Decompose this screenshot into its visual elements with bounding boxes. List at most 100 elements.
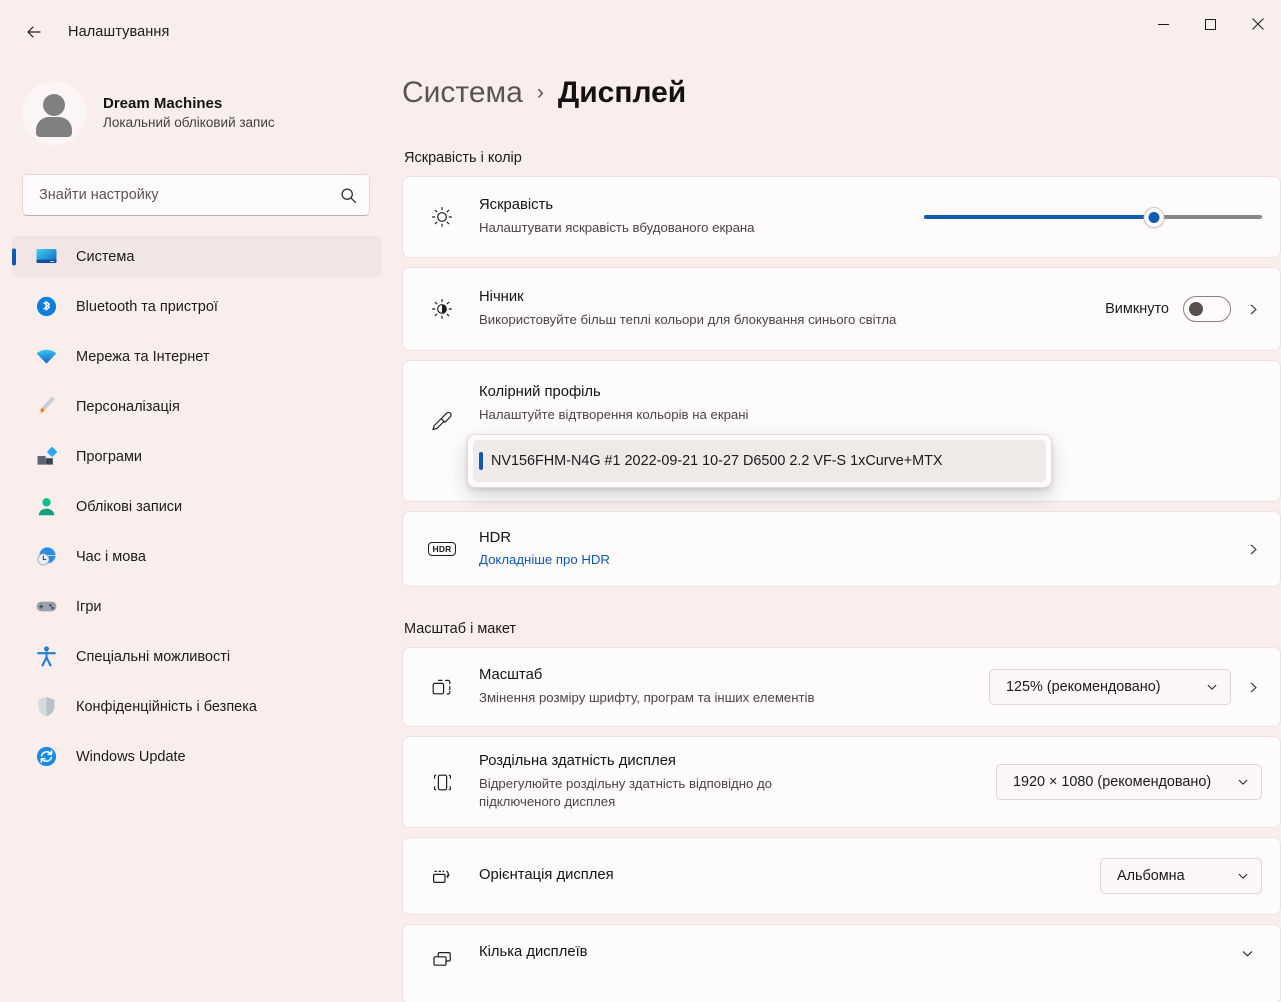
night-light-icon [425, 296, 459, 322]
sidebar-item-accounts[interactable]: Облікові записи [12, 486, 382, 527]
brightness-sun-icon [425, 204, 459, 230]
accessibility-icon [34, 645, 58, 669]
color-profile-subtitle: Налаштуйте відтворення кольорів на екран… [479, 406, 1262, 424]
minimize-button[interactable] [1140, 0, 1187, 48]
sidebar-item-gaming[interactable]: Ігри [12, 586, 382, 627]
sidebar-item-label: Час і мова [76, 549, 146, 565]
night-light-subtitle: Використовуйте більш теплі кольори для б… [479, 311, 1091, 329]
orientation-title: Орієнтація дисплея [479, 866, 1086, 886]
search-input[interactable] [39, 187, 340, 203]
settings-window: Налаштування Dream Machines Локальний [0, 0, 1281, 1002]
section-title-brightness-color: Яскравість і колір [404, 150, 1281, 166]
breadcrumb-separator-icon: › [537, 81, 544, 105]
monitor-icon [34, 245, 58, 269]
chevron-down-icon [1237, 870, 1249, 882]
title-bar: Налаштування [0, 0, 1281, 64]
sidebar-item-label: Ігри [76, 599, 101, 615]
user-profile[interactable]: Dream Machines Локальний обліковий запис [0, 64, 392, 152]
section-title-scale-layout: Масштаб і макет [404, 621, 1281, 637]
night-light-card[interactable]: Нічник Використовуйте більш теплі кольор… [402, 267, 1281, 351]
color-profile-title: Колірний профіль [479, 383, 1262, 403]
multiple-displays-title: Кілька дисплеїв [479, 943, 1227, 963]
profile-name: Dream Machines [103, 94, 275, 113]
app-title: Налаштування [68, 24, 169, 40]
brightness-card: Яскравість Налаштувати яскравість вбудов… [402, 176, 1281, 258]
sidebar-item-label: Персоналізація [76, 399, 180, 415]
brightness-subtitle: Налаштувати яскравість вбудованого екран… [479, 219, 910, 237]
resolution-dropdown[interactable]: 1920 × 1080 (рекомендовано) [996, 764, 1262, 800]
sidebar-item-label: Мережа та Інтернет [76, 349, 210, 365]
scale-card[interactable]: Масштаб Змінення розміру шрифту, програм… [402, 647, 1281, 727]
sidebar-item-label: Система [76, 249, 134, 265]
sidebar-item-label: Програми [76, 449, 142, 465]
scale-subtitle: Змінення розміру шрифту, програм та інши… [479, 689, 975, 707]
hdr-title: HDR [479, 529, 1231, 549]
avatar [22, 81, 86, 145]
window-controls [1140, 0, 1281, 64]
night-light-title: Нічник [479, 288, 1091, 308]
resolution-card: Роздільна здатність дисплея Відрегулюйте… [402, 736, 1281, 828]
orientation-dropdown[interactable]: Альбомна [1100, 858, 1262, 894]
hdr-learn-more-link[interactable]: Докладніше про HDR [479, 552, 610, 567]
sidebar-item-label: Bluetooth та пристрої [76, 299, 218, 315]
sidebar-item-apps[interactable]: Програми [12, 436, 382, 477]
sidebar-item-label: Конфіденційність і безпека [76, 699, 257, 715]
sidebar-item-system[interactable]: Система [12, 236, 382, 277]
sidebar-item-personalization[interactable]: Персоналізація [12, 386, 382, 427]
paintbrush-icon [34, 395, 58, 419]
close-button[interactable] [1234, 0, 1281, 48]
sidebar-item-label: Спеціальні можливості [76, 649, 230, 665]
orientation-card: Орієнтація дисплея Альбомна [402, 837, 1281, 915]
sidebar-item-bluetooth[interactable]: Bluetooth та пристрої [12, 286, 382, 327]
sidebar-item-privacy-security[interactable]: Конфіденційність і безпека [12, 686, 382, 727]
sidebar: Dream Machines Локальний обліковий запис [0, 64, 392, 1002]
sidebar-item-label: Облікові записи [76, 499, 182, 515]
clock-globe-icon [34, 545, 58, 569]
sidebar-item-network[interactable]: Мережа та Інтернет [12, 336, 382, 377]
brightness-title: Яскравість [479, 196, 910, 216]
window-body: Dream Machines Локальний обліковий запис [0, 64, 1281, 1002]
eyedropper-icon [425, 409, 459, 435]
main-content: Система › Дисплей Яскравість і колір Яск… [392, 64, 1281, 1002]
color-profile-option-label: NV156FHM-N4G #1 2022-09-21 10-27 D6500 2… [491, 453, 943, 469]
chevron-right-icon[interactable] [1245, 543, 1262, 556]
hdr-badge-icon: HDR [425, 542, 459, 557]
search-icon [340, 187, 357, 204]
sidebar-item-windows-update[interactable]: Windows Update [12, 736, 382, 777]
color-profile-option[interactable]: NV156FHM-N4G #1 2022-09-21 10-27 D6500 2… [473, 440, 1046, 482]
shield-icon [34, 695, 58, 719]
sidebar-nav: Система Bluetooth та пристрої [0, 236, 392, 777]
resolution-subtitle-line2: підключеного дисплея [479, 793, 982, 811]
scale-icon [425, 675, 459, 700]
wifi-icon [34, 345, 58, 369]
back-button[interactable] [14, 15, 54, 49]
breadcrumb: Система › Дисплей [402, 64, 1281, 126]
search-box[interactable] [22, 174, 370, 216]
night-light-toggle[interactable] [1183, 296, 1231, 322]
breadcrumb-parent[interactable]: Система [402, 76, 523, 110]
maximize-button[interactable] [1187, 0, 1234, 48]
resolution-title: Роздільна здатність дисплея [479, 752, 982, 772]
orientation-value: Альбомна [1117, 868, 1225, 884]
apps-icon [34, 445, 58, 469]
profile-account-type: Локальний обліковий запис [103, 114, 275, 131]
brightness-slider[interactable] [924, 201, 1262, 233]
scale-dropdown[interactable]: 125% (рекомендовано) [989, 669, 1231, 705]
account-icon [34, 495, 58, 519]
chevron-down-icon [1206, 681, 1218, 693]
hdr-card[interactable]: HDR HDR Докладніше про HDR [402, 511, 1281, 587]
multi-display-icon [425, 947, 459, 972]
color-profile-dropdown-flyout[interactable]: NV156FHM-N4G #1 2022-09-21 10-27 D6500 2… [467, 434, 1052, 488]
sidebar-item-label: Windows Update [76, 749, 186, 765]
chevron-down-icon [1237, 776, 1249, 788]
bluetooth-icon [34, 295, 58, 319]
page-title: Дисплей [558, 76, 686, 110]
multiple-displays-card[interactable]: Кілька дисплеїв [402, 924, 1281, 1002]
scale-value: 125% (рекомендовано) [1006, 679, 1194, 695]
chevron-right-icon[interactable] [1245, 681, 1262, 694]
sidebar-item-time-language[interactable]: Час і мова [12, 536, 382, 577]
chevron-right-icon[interactable] [1245, 303, 1262, 316]
sidebar-item-accessibility[interactable]: Спеціальні можливості [12, 636, 382, 677]
brightness-slider-thumb[interactable] [1143, 207, 1164, 228]
chevron-down-icon[interactable] [1241, 947, 1262, 960]
